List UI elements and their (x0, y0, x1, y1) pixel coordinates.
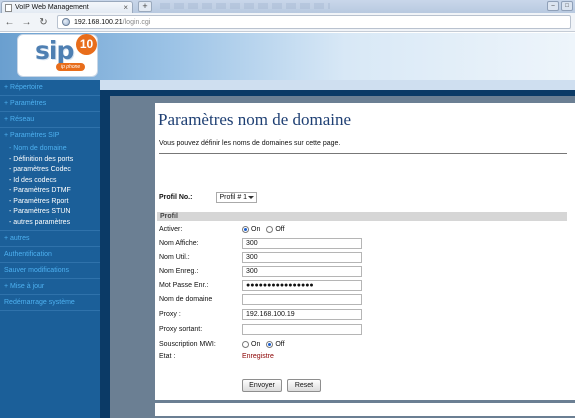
reload-icon[interactable]: ↻ (36, 15, 51, 30)
row-proxy: Proxy : 192.168.100.19 (159, 308, 499, 321)
divider (159, 153, 567, 154)
activer-on-label: On (251, 226, 261, 233)
proxy-input[interactable]: 192.168.100.19 (242, 309, 362, 320)
souscription-off-option[interactable]: Off (266, 341, 285, 348)
sidebar-item-autres[interactable]: + autres (0, 231, 100, 247)
reset-button[interactable]: Reset (287, 379, 321, 392)
browser-tab-bar: VoIP Web Management × + – □ (0, 0, 575, 13)
souscription-on-label: On (251, 341, 261, 348)
activer-on-radio[interactable] (242, 226, 249, 233)
sidebar-subitem-ports[interactable]: - Définition des ports (0, 155, 100, 166)
sidebar-item-sauver[interactable]: Sauver modifications (0, 263, 100, 279)
new-tab-button[interactable]: + (138, 1, 152, 12)
activer-on-option[interactable]: On (242, 226, 260, 233)
profile-label: Profil No.: (159, 194, 193, 201)
section-header-profil: Profil (157, 212, 567, 221)
row-nom-domaine: Nom de domaine (159, 293, 499, 306)
profile-select[interactable]: Profil # 1 (216, 192, 258, 203)
settings-panel: Paramètres nom de domaine Vous pouvez dé… (155, 103, 575, 400)
souscription-on-option[interactable]: On (242, 341, 260, 348)
profile-select-value: Profil # 1 (219, 194, 248, 201)
logo-text: sip (35, 36, 74, 65)
sidebar-item-redemarrage[interactable]: Redémarrage système (0, 295, 100, 311)
proxy-sortant-label: Proxy sortant: (159, 326, 203, 333)
sidebar-subitem-nom-domaine[interactable]: - Nom de domaine (0, 144, 100, 155)
sidebar-subitem-stun[interactable]: - Paramètres STUN (0, 207, 100, 218)
sidebar-subitem-rport[interactable]: - Paramètres Rport (0, 197, 100, 208)
row-nom-util: Nom Util.: 300 (159, 251, 499, 264)
row-proxy-sortant: Proxy sortant: (159, 323, 499, 336)
forward-arrow-icon[interactable]: → (19, 15, 34, 30)
minimize-icon[interactable]: – (547, 1, 559, 11)
browser-tab[interactable]: VoIP Web Management × (1, 1, 133, 13)
address-path: /login.cgi (122, 18, 151, 26)
logo: sip 10 ip phone (17, 34, 98, 77)
nom-domaine-input[interactable] (242, 294, 362, 305)
activer-off-label: Off (275, 226, 285, 233)
activer-radio-group: On Off (242, 226, 291, 233)
page-title: Paramètres nom de domaine (158, 110, 352, 129)
sidebar-subitem-dtmf[interactable]: - Paramètres DTMF (0, 186, 100, 197)
nom-enreg-input[interactable]: 300 (242, 266, 362, 277)
row-etat: Etat : Enregistre (159, 350, 499, 363)
nom-enreg-label: Nom Enreg.: (159, 268, 199, 275)
close-tab-icon[interactable]: × (123, 3, 128, 12)
browser-nav-bar: ← → ↻ 192.168.100.21 /login.cgi (0, 13, 575, 32)
nom-util-input[interactable]: 300 (242, 252, 362, 263)
row-nom-enreg: Nom Enreg.: 300 (159, 265, 499, 278)
sidebar-item-parametres[interactable]: + Paramètres (0, 96, 100, 112)
address-bar[interactable]: 192.168.100.21 /login.cgi (57, 15, 571, 29)
page-icon (5, 3, 12, 12)
content-frame: Paramètres nom de domaine Vous pouvez dé… (110, 96, 575, 418)
mot-passe-label: Mot Passe Enr.: (159, 282, 209, 289)
sidebar: + Répertoire + Paramètres + Réseau + Par… (0, 80, 100, 418)
activer-off-option[interactable]: Off (266, 226, 285, 233)
row-activer: Activer: On Off (159, 223, 499, 236)
settings-panel-footer (155, 403, 575, 416)
proxy-sortant-input[interactable] (242, 324, 362, 335)
sidebar-group-sip: + Paramètres SIP - Nom de domaine - Défi… (0, 128, 100, 231)
page-intro: Vous pouvez définir les noms de domaines… (159, 140, 341, 147)
proxy-label: Proxy : (159, 311, 181, 318)
logo-subtitle: ip phone (56, 63, 86, 71)
sidebar-item-reseau[interactable]: + Réseau (0, 112, 100, 128)
sidebar-subitem-autres-parametres[interactable]: - autres paramètres (0, 218, 100, 229)
row-nom-affiche: Nom Affiche: 300 (159, 237, 499, 250)
activer-off-radio[interactable] (266, 226, 274, 233)
password-field[interactable]: ●●●●●●●●●●●●●●●● (242, 280, 362, 291)
chevron-down-icon (248, 196, 255, 199)
etat-label: Etat : (159, 353, 176, 360)
maximize-icon[interactable]: □ (561, 1, 573, 11)
nom-affiche-input[interactable]: 300 (242, 238, 362, 249)
souscription-label: Souscription MWI: (159, 341, 216, 348)
web-page: sip 10 ip phone + Répertoire + Paramètre… (0, 33, 575, 418)
nom-util-label: Nom Util.: (159, 254, 190, 261)
tab-title: VoIP Web Management (15, 4, 89, 11)
toolbar-decoration (160, 3, 330, 9)
sidebar-item-repertoire[interactable]: + Répertoire (0, 80, 100, 96)
header-band: sip 10 ip phone (0, 33, 575, 80)
status-text: Enregistre (242, 353, 274, 360)
row-mot-passe: Mot Passe Enr.: ●●●●●●●●●●●●●●●● (159, 279, 499, 292)
souscription-off-radio[interactable] (266, 341, 274, 348)
souscription-radio-group: On Off (242, 341, 291, 348)
globe-icon (62, 18, 70, 26)
souscription-off-label: Off (275, 341, 285, 348)
nom-affiche-label: Nom Affiche: (159, 240, 199, 247)
address-host: 192.168.100.21 (74, 18, 123, 26)
sidebar-item-authentification[interactable]: Authentification (0, 247, 100, 263)
logo-badge: 10 (76, 34, 97, 55)
activer-label: Activer: (159, 226, 183, 233)
sidebar-subitem-codec-ids[interactable]: - Id des codecs (0, 176, 100, 187)
profile-selector-row: Profil No.: Profil # 1 (159, 192, 258, 203)
sidebar-item-mise-a-jour[interactable]: + Mise à jour (0, 279, 100, 295)
sidebar-item-parametres-sip[interactable]: + Paramètres SIP (0, 128, 100, 144)
submit-button[interactable]: Envoyer (242, 379, 282, 392)
sidebar-subitem-codec[interactable]: - paramètres Codec (0, 165, 100, 176)
nom-domaine-label: Nom de domaine (159, 296, 213, 303)
souscription-on-radio[interactable] (242, 341, 249, 348)
back-arrow-icon[interactable]: ← (2, 15, 17, 30)
window-controls: – □ (547, 1, 573, 11)
